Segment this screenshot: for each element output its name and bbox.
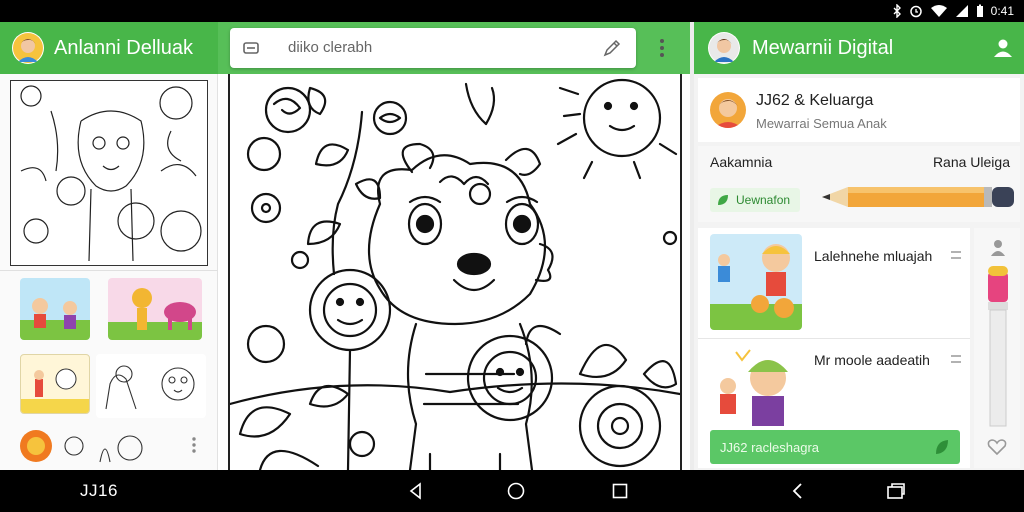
gallery-thumbnail-3[interactable] [20, 354, 90, 414]
activity-list: Lalehnehe mluajah Mr moole aadeatih JJ62… [698, 228, 970, 468]
gallery-thumbnail-6[interactable] [60, 432, 150, 466]
leaf-icon [936, 440, 948, 454]
battery-icon [976, 4, 983, 17]
settings-right-label: Rana Uleiga [932, 154, 1010, 170]
settings-left-label: Aakamnia [710, 154, 773, 170]
back-icon-right[interactable] [788, 481, 808, 501]
left-gallery-panel [0, 74, 218, 470]
gallery-thumbnail-1[interactable] [20, 278, 90, 340]
coloring-page-thumbnail-large[interactable] [10, 80, 208, 266]
bluetooth-icon [893, 4, 901, 18]
settings-card: Aakamnia Rana Uleiga Uewnafon [698, 146, 1020, 222]
status-time: 0:41 [990, 4, 1014, 18]
profile-avatar [710, 92, 746, 128]
right-avatar[interactable] [708, 32, 740, 64]
drag-handle-icon[interactable] [950, 250, 962, 260]
list-item[interactable]: Lalehnehe mluajah [698, 228, 970, 338]
left-app-title: Anlanni Delluak [54, 37, 193, 59]
profile-subtitle: Mewarrai Semua Anak [756, 116, 887, 131]
gallery-thumbnail-5[interactable] [20, 430, 52, 462]
more-vertical-icon-left[interactable] [190, 436, 198, 454]
list-footer-button[interactable]: JJ62 racleshagra [710, 430, 960, 464]
gallery-thumbnail-4[interactable] [96, 354, 206, 418]
system-nav-bar: JJ16 [0, 470, 1024, 512]
signal-icon [955, 5, 968, 17]
search-input[interactable]: diiko clerabh [288, 39, 372, 56]
right-app-title: Mewarnii Digital [752, 37, 894, 59]
status-icons: 0:41 [892, 3, 1014, 19]
heart-icon[interactable] [987, 438, 1007, 456]
nav-label: JJ16 [80, 481, 118, 500]
list-item-thumbnail-2 [710, 346, 802, 430]
list-footer-label: JJ62 racleshagra [720, 440, 819, 455]
left-avatar[interactable] [12, 32, 44, 64]
tool-strip [974, 228, 1020, 468]
list-item-title: Mr moole aadeatih [814, 352, 930, 368]
drag-handle-icon[interactable] [950, 354, 962, 364]
gallery-thumbnail-2[interactable] [108, 278, 202, 340]
home-icon[interactable] [506, 481, 526, 501]
list-item-thumbnail-1 [710, 234, 802, 330]
marker-tool-icon[interactable] [986, 266, 1010, 428]
right-panel: JJ62 & Keluarga Mewarrai Semua Anak Aaka… [694, 74, 1024, 470]
leaf-icon [718, 195, 728, 205]
profile-card[interactable]: JJ62 & Keluarga Mewarrai Semua Anak [698, 78, 1020, 142]
window-icon[interactable] [886, 481, 906, 501]
sun-drawing [556, 78, 678, 180]
edit-icon[interactable] [602, 38, 622, 58]
pencil-icon[interactable] [822, 184, 1018, 210]
menu-icon[interactable] [242, 40, 260, 56]
wifi-icon [930, 5, 947, 17]
coloring-canvas[interactable] [228, 74, 682, 470]
profile-name: JJ62 & Keluarga [756, 92, 874, 109]
status-bar: 0:41 [0, 0, 1024, 22]
alarm-icon [909, 5, 922, 18]
list-item[interactable]: Mr moole aadeatih [698, 340, 970, 430]
user-icon[interactable] [992, 37, 1014, 59]
recents-icon[interactable] [610, 481, 630, 501]
settings-button[interactable]: Uewnafon [710, 188, 800, 212]
person-icon[interactable] [989, 238, 1007, 258]
app-root: 0:41 Anlanni Delluak diiko clerabh Mewar… [0, 0, 1024, 512]
back-icon[interactable] [406, 481, 426, 501]
list-item-title: Lalehnehe mluajah [814, 248, 933, 264]
more-vertical-icon[interactable] [656, 38, 668, 58]
settings-button-label: Uewnafon [736, 193, 791, 207]
search-box[interactable]: diiko clerabh [230, 28, 636, 68]
